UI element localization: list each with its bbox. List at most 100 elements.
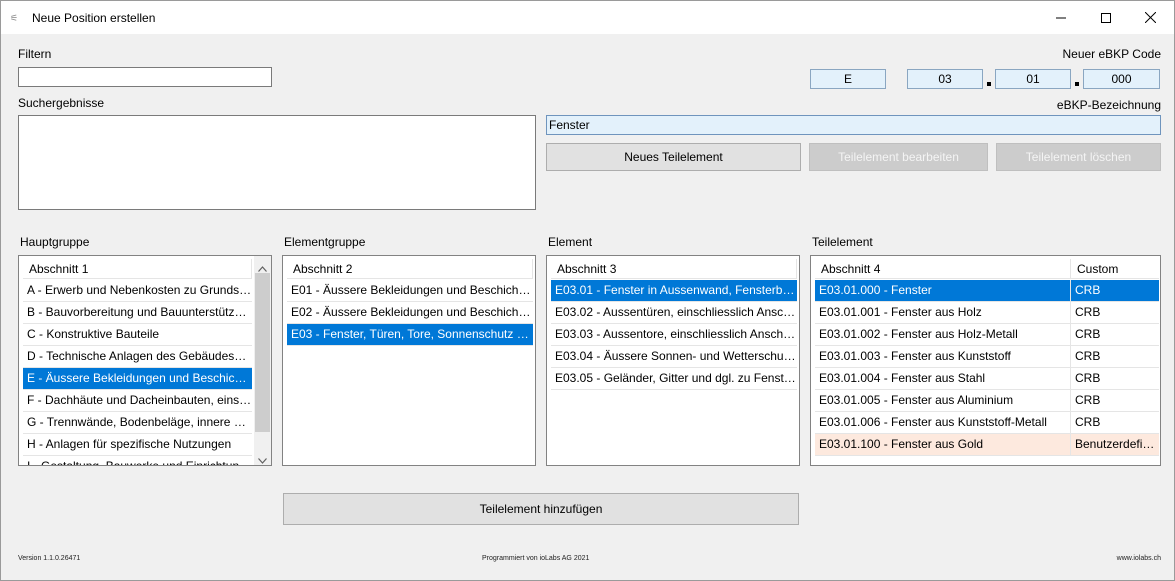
table-cell-custom: CRB — [1075, 415, 1101, 429]
window-title: Neue Position erstellen — [32, 11, 156, 25]
list-item[interactable]: E03.03 - Aussentore, einschliesslich Ans… — [551, 324, 797, 346]
table-cell-custom: CRB — [1075, 371, 1101, 385]
maximize-button[interactable] — [1084, 1, 1128, 34]
list-item-label: F - Dachhäute und Dacheinbauten, einschl… — [27, 393, 252, 407]
table-row[interactable]: E03.01.006 - Fenster aus Kunststoff-Meta… — [815, 412, 1159, 434]
column-header[interactable]: Abschnitt 1 — [23, 259, 252, 278]
app-icon: ⚟ — [10, 13, 19, 23]
list-item[interactable]: E02 - Äussere Bekleidungen und Beschicht… — [287, 302, 533, 324]
list-item[interactable]: I - Gestaltung, Bauwerke und Einrichtung… — [23, 456, 252, 465]
ebkp-designation-input[interactable]: Fenster — [546, 115, 1161, 135]
list-header[interactable]: Abschnitt 2 — [287, 259, 533, 279]
list-item[interactable]: A - Erwerb und Nebenkosten zu Grundstück… — [23, 280, 252, 302]
table-row[interactable]: E03.01.003 - Fenster aus Kunststoff CRB — [815, 346, 1159, 368]
table-cell-custom: Benutzerdefiniert — [1075, 437, 1159, 451]
scrollbar[interactable] — [254, 256, 271, 465]
list-item-label: G - Trennwände, Bodenbeläge, innere Bekl… — [27, 415, 252, 429]
list-item[interactable]: B - Bauvorbereitung und Bauunterstützung — [23, 302, 252, 324]
filter-label: Filtern — [18, 47, 52, 61]
table-cell-custom: CRB — [1075, 305, 1101, 319]
element-label: Element — [548, 235, 593, 249]
table-row[interactable]: E03.01.000 - Fenster CRB — [815, 280, 1159, 302]
ebkp-designation-label: eBKP-Bezeichnung — [1056, 98, 1161, 112]
hauptgruppe-rows: A - Erwerb und Nebenkosten zu Grundstück… — [23, 280, 252, 465]
table-row[interactable]: E03.01.005 - Fenster aus Aluminium CRB — [815, 390, 1159, 412]
list-item-label: A - Erwerb und Nebenkosten zu Grundstück… — [27, 283, 252, 297]
ebkp-code-part-2[interactable]: 03 — [907, 69, 983, 89]
table-cell-name: E03.01.001 - Fenster aus Holz — [815, 302, 1071, 323]
list-item[interactable]: E03.02 - Aussentüren, einschliesslich An… — [551, 302, 797, 324]
code-separator — [987, 82, 991, 86]
table-cell-custom: CRB — [1075, 283, 1101, 297]
search-results-list[interactable] — [18, 115, 536, 210]
list-header[interactable]: Abschnitt 1 — [23, 259, 252, 279]
title-bar[interactable]: ⚟ Neue Position erstellen — [1, 1, 1174, 34]
list-item-label: E03 - Fenster, Türen, Tore, Sonnenschutz… — [291, 327, 533, 341]
list-item-label: E03.05 - Geländer, Gitter und dgl. zu Fe… — [555, 371, 797, 385]
code-separator — [1075, 82, 1079, 86]
list-item[interactable]: H - Anlagen für spezifische Nutzungen — [23, 434, 252, 456]
table-cell-name: E03.01.100 - Fenster aus Gold — [815, 434, 1071, 455]
close-icon — [1144, 12, 1156, 23]
list-item[interactable]: C - Konstruktive Bauteile — [23, 324, 252, 346]
teilelement-label: Teilelement — [812, 235, 873, 249]
column-header[interactable]: Abschnitt 2 — [287, 259, 533, 278]
list-item[interactable]: E03.05 - Geländer, Gitter und dgl. zu Fe… — [551, 368, 797, 390]
table-cell-name: E03.01.004 - Fenster aus Stahl — [815, 368, 1071, 389]
list-header[interactable]: Abschnitt 4 Custom — [815, 259, 1159, 279]
list-header[interactable]: Abschnitt 3 — [551, 259, 797, 279]
list-item[interactable]: E01 - Äussere Bekleidungen und Beschicht… — [287, 280, 533, 302]
teilelement-rows: E03.01.000 - Fenster CRB E03.01.001 - Fens… — [815, 280, 1159, 456]
ebkp-code-part-4[interactable]: 000 — [1083, 69, 1160, 89]
list-item-label: E03.04 - Äussere Sonnen- und Wetterschut… — [555, 349, 797, 363]
scroll-down-icon[interactable] — [258, 453, 267, 465]
teilelement-list[interactable]: Abschnitt 4 Custom E03.01.000 - Fenster C… — [810, 255, 1161, 466]
list-item-label: E02 - Äussere Bekleidungen und Beschicht… — [291, 305, 533, 319]
table-cell-name: E03.01.002 - Fenster aus Holz-Metall — [815, 324, 1071, 345]
list-item[interactable]: E03.01 - Fenster in Aussenwand, Fensterb… — [551, 280, 797, 302]
ebkp-code-part-1[interactable]: E — [810, 69, 886, 89]
list-item[interactable]: E03.04 - Äussere Sonnen- und Wetterschut… — [551, 346, 797, 368]
table-cell-custom: CRB — [1075, 349, 1101, 363]
column-header-custom[interactable]: Custom — [1071, 259, 1159, 278]
table-row[interactable]: E03.01.100 - Fenster aus Gold Benutzerdef… — [815, 434, 1159, 456]
table-cell-name: E03.01.005 - Fenster aus Aluminium — [815, 390, 1071, 411]
close-button[interactable] — [1128, 1, 1172, 34]
list-item-label: E01 - Äussere Bekleidungen und Beschicht… — [291, 283, 533, 297]
add-sub-element-button[interactable]: Teilelement hinzufügen — [283, 493, 799, 525]
list-item[interactable]: E03 - Fenster, Türen, Tore, Sonnenschutz… — [287, 324, 533, 346]
hauptgruppe-label: Hauptgruppe — [20, 235, 90, 249]
list-item-label: H - Anlagen für spezifische Nutzungen — [27, 437, 232, 451]
list-item-label: D - Technische Anlagen des GebäudesErsc.… — [27, 349, 252, 363]
element-list[interactable]: Abschnitt 3 E03.01 - Fenster in Aussenwa… — [546, 255, 800, 466]
version-text: Version 1.1.0.26471 — [18, 555, 81, 562]
dialog-window: ⚟ Neue Position erstellen Filtern Sucher… — [0, 0, 1175, 581]
table-row[interactable]: E03.01.001 - Fenster aus Holz CRB — [815, 302, 1159, 324]
list-item[interactable]: G - Trennwände, Bodenbeläge, innere Bekl… — [23, 412, 252, 434]
filter-input[interactable] — [18, 67, 272, 87]
table-row[interactable]: E03.01.002 - Fenster aus Holz-Metall CRB — [815, 324, 1159, 346]
edit-sub-element-button[interactable]: Teilelement bearbeiten — [809, 143, 988, 171]
delete-sub-element-button[interactable]: Teilelement löschen — [996, 143, 1161, 171]
list-item[interactable]: D - Technische Anlagen des GebäudesErsc.… — [23, 346, 252, 368]
hauptgruppe-list[interactable]: Abschnitt 1 A - Erwerb und Nebenkosten z… — [18, 255, 272, 466]
table-cell-custom: CRB — [1075, 393, 1101, 407]
column-header[interactable]: Abschnitt 4 — [815, 259, 1071, 278]
ebkp-code-label: Neuer eBKP Code — [1062, 47, 1161, 61]
elementgruppe-list[interactable]: Abschnitt 2 E01 - Äussere Bekleidungen u… — [282, 255, 536, 466]
new-sub-element-button[interactable]: Neues Teilelement — [546, 143, 801, 171]
elementgruppe-rows: E01 - Äussere Bekleidungen und Beschicht… — [287, 280, 533, 346]
website-link[interactable]: www.iolabs.ch — [1117, 555, 1161, 562]
table-row[interactable]: E03.01.004 - Fenster aus Stahl CRB — [815, 368, 1159, 390]
credit-text: Programmiert von ioLabs AG 2021 — [482, 555, 590, 562]
list-item[interactable]: E - Äussere Bekleidungen und Beschichtun… — [23, 368, 252, 390]
list-item-label: E03.01 - Fenster in Aussenwand, Fensterb… — [555, 283, 797, 297]
column-header[interactable]: Abschnitt 3 — [551, 259, 797, 278]
list-item-label: E - Äussere Bekleidungen und Beschichtun… — [27, 371, 252, 385]
element-rows: E03.01 - Fenster in Aussenwand, Fensterb… — [551, 280, 797, 390]
maximize-icon — [1101, 12, 1111, 23]
minimize-button[interactable] — [1039, 1, 1083, 34]
scroll-thumb[interactable] — [255, 273, 270, 432]
list-item[interactable]: F - Dachhäute und Dacheinbauten, einschl… — [23, 390, 252, 412]
ebkp-code-part-3[interactable]: 01 — [995, 69, 1071, 89]
